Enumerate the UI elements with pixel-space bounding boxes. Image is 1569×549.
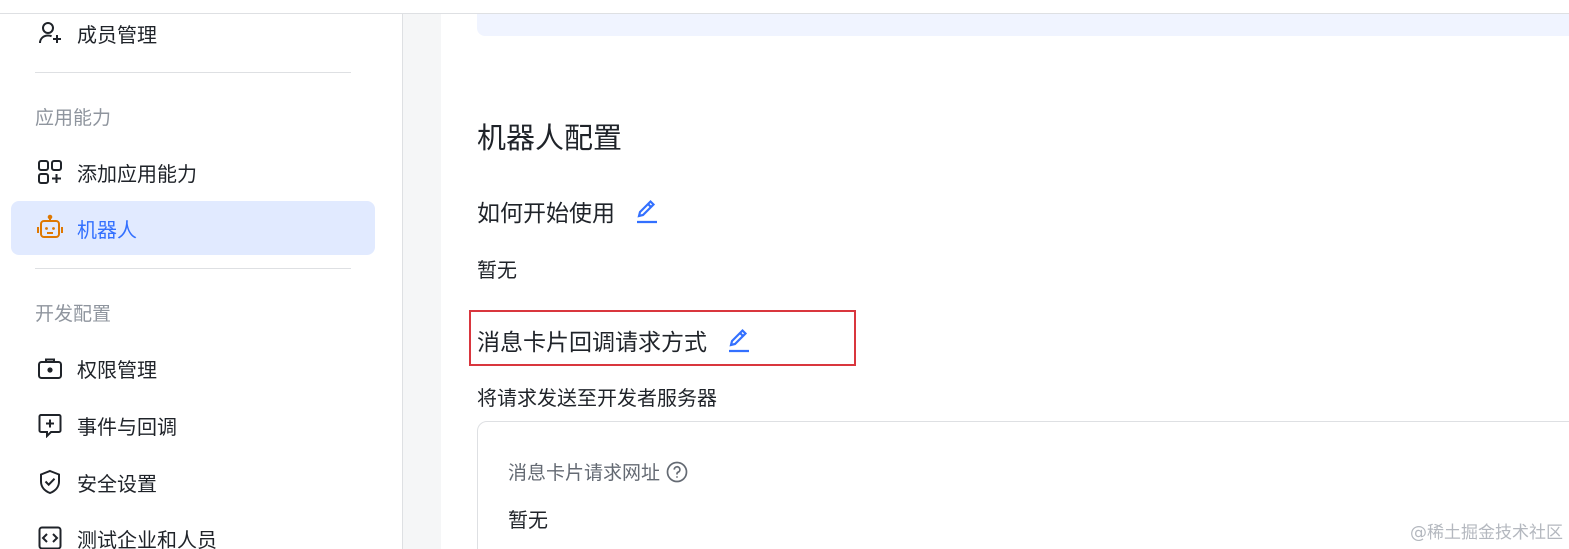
- request-url-label: 消息卡片请求网址: [508, 462, 661, 484]
- robot-icon: [36, 214, 64, 242]
- main-content: 机器人配置 如何开始使用 暂无 消息卡片回调请求方式 将请求发送至开发者服务器 …: [441, 0, 1569, 549]
- sidebar-item-label: 成员管理: [77, 22, 157, 47]
- how-to-start-title: 如何开始使用: [477, 194, 661, 228]
- how-to-start-label: 如何开始使用: [477, 201, 615, 227]
- edit-icon[interactable]: [633, 197, 661, 225]
- sidebar-item-permissions[interactable]: 权限管理: [11, 341, 375, 395]
- sidebar-item-robot[interactable]: 机器人: [11, 201, 375, 255]
- request-url-value: 暂无: [508, 508, 548, 532]
- sidebar-item-members[interactable]: 成员管理: [11, 6, 375, 60]
- sidebar-item-security[interactable]: 安全设置: [11, 455, 375, 509]
- briefcase-lock-icon: [36, 354, 64, 382]
- sidebar-item-test-enterprise[interactable]: 测试企业和人员: [11, 511, 375, 549]
- help-icon[interactable]: [666, 461, 688, 483]
- person-add-icon: [36, 19, 64, 47]
- sidebar-item-label: 测试企业和人员: [77, 527, 217, 549]
- request-url-label-row: 消息卡片请求网址: [508, 458, 688, 485]
- sidebar-item-label: 添加应用能力: [77, 161, 197, 186]
- top-border: [0, 0, 1569, 14]
- card-callback-label: 消息卡片回调请求方式: [477, 330, 707, 356]
- apps-add-icon: [36, 158, 64, 186]
- group-title-dev-config: 开发配置: [35, 303, 112, 325]
- section-title: 机器人配置: [477, 121, 623, 155]
- watermark: @稀土掘金技术社区: [1410, 523, 1563, 543]
- content-gutter: [404, 14, 441, 549]
- card-callback-title: 消息卡片回调请求方式: [477, 323, 753, 357]
- sidebar-divider: [35, 268, 351, 269]
- sidebar-item-events-callbacks[interactable]: 事件与回调: [11, 398, 375, 452]
- sidebar-divider: [35, 72, 351, 73]
- sidebar-item-label: 机器人: [77, 217, 137, 242]
- request-url-card: 消息卡片请求网址 暂无: [477, 421, 1569, 549]
- card-callback-value: 将请求发送至开发者服务器: [477, 386, 717, 410]
- square-plus-icon: [36, 411, 64, 439]
- group-title-app-capability: 应用能力: [35, 107, 112, 129]
- code-box-icon: [36, 524, 64, 549]
- how-to-start-value: 暂无: [477, 258, 517, 282]
- sidebar-item-label: 安全设置: [77, 471, 157, 496]
- sidebar-item-add-capability[interactable]: 添加应用能力: [11, 145, 375, 199]
- edit-icon[interactable]: [725, 326, 753, 354]
- sidebar-item-label: 事件与回调: [77, 414, 177, 439]
- shield-check-icon: [36, 468, 64, 496]
- sidebar: 成员管理 应用能力 添加应用能力 机器人 开发配置 权限管理 事件与回调 安全设…: [0, 14, 403, 549]
- sidebar-item-label: 权限管理: [77, 357, 157, 382]
